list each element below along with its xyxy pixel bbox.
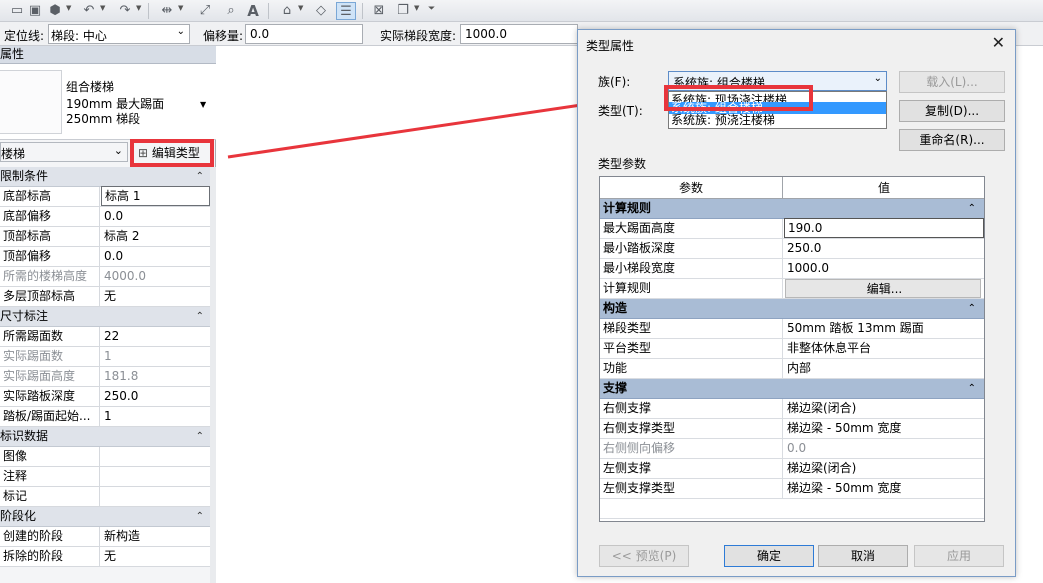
column-header-parameter: 参数 xyxy=(600,177,783,199)
parameter-row[interactable]: 最大踢面高度 190.0 xyxy=(600,218,984,239)
edit-rules-button[interactable]: 编辑... xyxy=(785,279,981,298)
parameter-value[interactable]: 1000.0 xyxy=(784,259,984,278)
type-properties-dialog: 类型属性 ✕ 族(F): 系统族: 组合楼梯 ⌄ 类型(T): 系统族: 现场浇… xyxy=(577,29,1016,577)
parameter-row[interactable]: 功能 内部 xyxy=(600,359,984,379)
parameter-row[interactable]: 左侧支撑类型 梯边梁 - 50mm 宽度 xyxy=(600,479,984,499)
parameter-value[interactable]: 梯边梁 - 50mm 宽度 xyxy=(784,419,984,438)
parameter-name: 左侧支撑 xyxy=(600,459,783,478)
parameter-value[interactable]: 内部 xyxy=(784,359,984,378)
parameter-name: 平台类型 xyxy=(600,339,783,358)
group-header-supports[interactable]: 支撑 ⌃ xyxy=(600,379,984,399)
collapse-icon: ⌃ xyxy=(967,203,976,214)
parameter-row[interactable]: 右侧支撑 梯边梁(闭合) xyxy=(600,399,984,419)
grid-body: 计算规则 ⌃ 最大踢面高度 190.0 最小踏板深度 250.0 最小梯段宽度 1000… xyxy=(600,199,984,519)
duplicate-button[interactable]: 复制(D)... xyxy=(899,100,1005,122)
parameter-name: 最大踢面高度 xyxy=(600,219,783,238)
parameter-row-partial xyxy=(600,499,984,519)
type-parameters-grid: 参数 值 计算规则 ⌃ 最大踢面高度 190.0 最小踏板深度 250.0 最小梯段宽… xyxy=(599,176,985,522)
column-header-value: 值 xyxy=(877,181,890,195)
parameter-name: 功能 xyxy=(600,359,783,378)
parameter-row: 右侧侧向偏移 0.0 xyxy=(600,439,984,459)
preview-button[interactable]: << 预览(P) xyxy=(599,545,689,567)
parameter-row[interactable]: 左侧支撑 梯边梁(闭合) xyxy=(600,459,984,479)
parameter-name: 右侧支撑类型 xyxy=(600,419,783,438)
group-label: 支撑 xyxy=(603,381,628,395)
group-header-construction[interactable]: 构造 ⌃ xyxy=(600,299,984,319)
parameter-row[interactable]: 最小踏板深度 250.0 xyxy=(600,239,984,259)
parameter-value: 0.0 xyxy=(787,441,807,455)
parameter-name: 梯段类型 xyxy=(600,319,783,338)
parameter-name: 右侧支撑 xyxy=(600,399,783,418)
parameter-value[interactable]: 梯边梁(闭合) xyxy=(784,399,984,418)
parameter-value[interactable]: 190.0 xyxy=(784,218,984,238)
apply-button[interactable]: 应用 xyxy=(914,545,1004,567)
parameter-value[interactable]: 50mm 踏板 13mm 踢面 xyxy=(784,319,984,338)
parameter-row[interactable]: 平台类型 非整体休息平台 xyxy=(600,339,984,359)
ok-button[interactable]: 确定 xyxy=(724,545,814,567)
group-header-calculation-rules[interactable]: 计算规则 ⌃ xyxy=(600,199,984,219)
parameter-row[interactable]: 梯段类型 50mm 踏板 13mm 踢面 xyxy=(600,319,984,339)
chevron-down-icon: ⌄ xyxy=(873,73,882,84)
arrow-shaft xyxy=(227,102,589,159)
family-label: 族(F): xyxy=(598,75,631,89)
parameter-name: 计算规则 xyxy=(600,279,783,298)
parameter-name: 右侧侧向偏移 xyxy=(600,439,783,458)
parameter-row[interactable]: 右侧支撑类型 梯边梁 - 50mm 宽度 xyxy=(600,419,984,439)
type-label: 类型(T): xyxy=(598,104,643,118)
load-button[interactable]: 载入(L)... xyxy=(899,71,1005,93)
family-option[interactable]: 系统族: 预浇注楼梯 xyxy=(669,112,886,129)
parameter-value[interactable]: 梯边梁 - 50mm 宽度 xyxy=(784,479,984,498)
dialog-title: 类型属性 xyxy=(586,39,635,53)
parameter-value[interactable]: 梯边梁(闭合) xyxy=(784,459,984,478)
parameter-name: 最小踏板深度 xyxy=(600,239,783,258)
grid-header: 参数 值 xyxy=(600,177,984,199)
type-params-label: 类型参数 xyxy=(598,157,647,171)
cancel-button[interactable]: 取消 xyxy=(818,545,908,567)
parameter-value[interactable]: 非整体休息平台 xyxy=(784,339,984,358)
highlight-box xyxy=(664,85,813,111)
parameter-value[interactable]: 250.0 xyxy=(784,239,984,258)
parameter-row[interactable]: 计算规则 编辑... xyxy=(600,279,984,299)
collapse-icon: ⌃ xyxy=(967,383,976,394)
grid-scrollbar[interactable]: ▲ ▼ xyxy=(984,177,985,521)
parameter-name: 左侧支撑类型 xyxy=(600,479,783,498)
parameter-row[interactable]: 最小梯段宽度 1000.0 xyxy=(600,259,984,279)
parameter-name: 最小梯段宽度 xyxy=(600,259,783,278)
group-label: 构造 xyxy=(603,301,628,315)
close-icon[interactable]: ✕ xyxy=(992,33,1005,52)
rename-button[interactable]: 重命名(R)... xyxy=(899,129,1005,151)
collapse-icon: ⌃ xyxy=(967,303,976,314)
group-label: 计算规则 xyxy=(603,201,652,215)
